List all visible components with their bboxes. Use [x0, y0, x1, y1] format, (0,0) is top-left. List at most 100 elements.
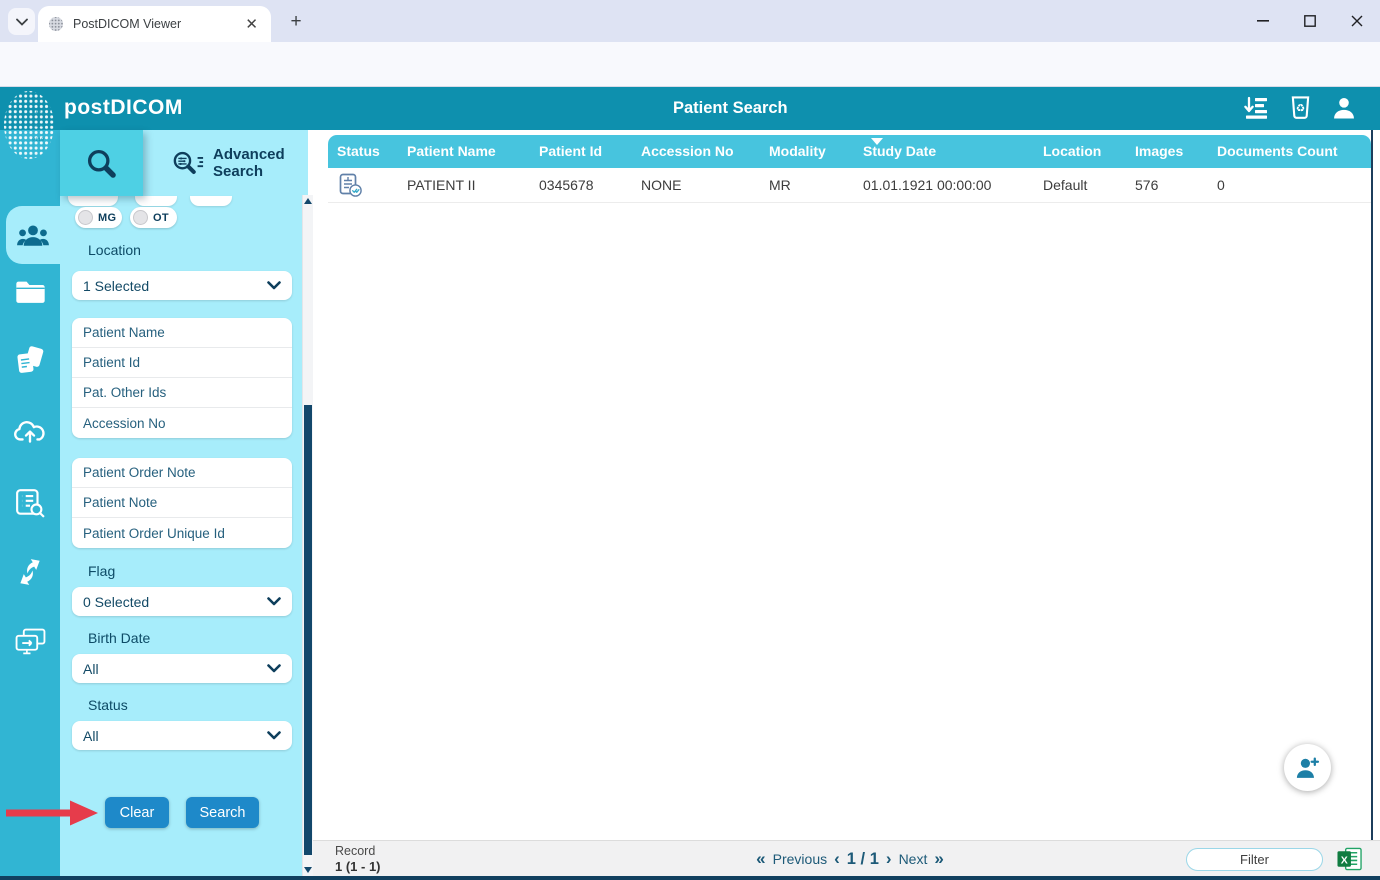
- advanced-search-label: Advanced Search: [213, 146, 291, 181]
- cell-location: Default: [1043, 177, 1135, 193]
- tab-advanced-search[interactable]: Advanced Search: [143, 130, 308, 196]
- toggle-label: OT: [153, 212, 169, 224]
- modality-toggle-partial[interactable]: [68, 196, 118, 206]
- sidebar-item-studies[interactable]: [0, 346, 60, 376]
- sidebar-item-patients[interactable]: [6, 206, 60, 264]
- patient-order-note-field[interactable]: [72, 458, 292, 488]
- birth-date-select[interactable]: All: [72, 654, 292, 683]
- patient-name-input[interactable]: [83, 325, 281, 340]
- chevron-down-icon: [267, 731, 281, 740]
- tab-simple-search[interactable]: [60, 130, 143, 196]
- accession-no-field[interactable]: [72, 408, 292, 438]
- patient-id-field[interactable]: [72, 348, 292, 378]
- column-header-documents-count[interactable]: Documents Count: [1217, 135, 1371, 168]
- tab-search-chevron-button[interactable]: [8, 8, 35, 35]
- patient-other-ids-field[interactable]: [72, 378, 292, 408]
- sidebar-item-cloud-upload[interactable]: [0, 418, 60, 445]
- patient-id-input[interactable]: [83, 355, 281, 370]
- add-patient-button[interactable]: [1284, 744, 1331, 791]
- cell-patient-name: PATIENT II: [407, 177, 539, 193]
- pagination-next[interactable]: Next: [899, 851, 928, 867]
- accession-no-input[interactable]: [83, 416, 281, 431]
- pagination-page-indicator: 1 / 1: [847, 850, 879, 869]
- record-value: 1 (1 - 1): [335, 859, 381, 875]
- export-excel-icon[interactable]: X: [1337, 847, 1362, 876]
- maximize-icon: [1304, 15, 1316, 27]
- pagination-previous[interactable]: Previous: [773, 851, 827, 867]
- sidebar-item-folders[interactable]: [0, 280, 60, 304]
- app-header: postDICOM Patient Search ♻: [0, 87, 1380, 130]
- modality-toggle-partial[interactable]: [190, 196, 232, 206]
- report-approved-icon[interactable]: [337, 169, 407, 201]
- column-header-status[interactable]: Status: [337, 135, 407, 168]
- postdicom-app: postDICOM Patient Search ♻ 0101 1010: [0, 87, 1380, 880]
- record-count: Record 1 (1 - 1): [335, 844, 381, 875]
- document-cards-icon: [15, 346, 46, 376]
- panel-scrollbar[interactable]: [302, 195, 313, 876]
- recycle-bin-icon[interactable]: ♻: [1290, 95, 1311, 120]
- cell-patient-id: 0345678: [539, 177, 641, 193]
- pagination-prev-icon[interactable]: ‹: [834, 849, 840, 869]
- pagination-last-icon[interactable]: »: [934, 849, 943, 869]
- window-maximize-button[interactable]: [1287, 0, 1333, 42]
- column-header-location[interactable]: Location: [1043, 135, 1135, 168]
- status-select[interactable]: All: [72, 721, 292, 750]
- column-header-patient-id[interactable]: Patient Id: [539, 135, 641, 168]
- profile-icon[interactable]: [1332, 96, 1356, 119]
- column-header-patient-name[interactable]: Patient Name: [407, 135, 539, 168]
- cell-documents-count: 0: [1217, 177, 1371, 193]
- svg-text:♻: ♻: [1296, 102, 1305, 114]
- patient-id-fields-group: [72, 318, 292, 438]
- column-header-study-date[interactable]: Study Date: [863, 135, 1043, 168]
- scrollbar-thumb[interactable]: [304, 405, 312, 855]
- patient-name-field[interactable]: [72, 318, 292, 348]
- clear-button[interactable]: Clear: [105, 797, 169, 828]
- browser-window: PostDICOM Viewer ✕ + germany.postdicom.c…: [0, 0, 1380, 880]
- sidebar-item-order-search[interactable]: [0, 488, 60, 518]
- patient-note-input[interactable]: [83, 495, 281, 510]
- location-select[interactable]: 1 Selected: [72, 271, 292, 300]
- pagination-first-icon[interactable]: «: [756, 849, 765, 869]
- cloud-upload-icon: [13, 418, 47, 445]
- patient-other-ids-input[interactable]: [83, 385, 281, 400]
- postdicom-brain-logo: 0101 1010 0110: [3, 89, 57, 166]
- filter-input[interactable]: [1186, 848, 1323, 871]
- modality-toggle-ot[interactable]: OT: [130, 207, 177, 228]
- browser-tab[interactable]: PostDICOM Viewer ✕: [38, 6, 271, 42]
- modality-toggle-mg[interactable]: MG: [75, 207, 122, 228]
- search-button[interactable]: Search: [186, 797, 259, 828]
- table-header-row: Status Patient Name Patient Id Accession…: [328, 135, 1371, 168]
- column-header-modality[interactable]: Modality: [769, 135, 863, 168]
- window-close-button[interactable]: [1334, 0, 1380, 42]
- download-queue-icon[interactable]: [1244, 96, 1269, 119]
- status-select-value: All: [83, 728, 99, 744]
- results-footer: Record 1 (1 - 1) « Previous ‹ 1 / 1 › Ne…: [308, 840, 1380, 876]
- svg-text:1010: 1010: [32, 123, 44, 129]
- patient-note-field[interactable]: [72, 488, 292, 518]
- sidebar-item-sync[interactable]: [0, 557, 60, 587]
- column-header-accession-no[interactable]: Accession No: [641, 135, 769, 168]
- pagination-next-icon[interactable]: ›: [886, 849, 892, 869]
- search-icon: [85, 147, 118, 180]
- patient-order-unique-id-field[interactable]: [72, 518, 292, 548]
- app-logo: postDICOM: [64, 96, 183, 120]
- tab-close-icon[interactable]: ✕: [242, 15, 261, 33]
- patient-order-unique-id-input[interactable]: [83, 526, 281, 541]
- new-tab-button[interactable]: +: [283, 9, 309, 35]
- scroll-down-arrow[interactable]: [304, 867, 312, 873]
- pagination: « Previous ‹ 1 / 1 › Next »: [756, 841, 944, 877]
- sidebar-item-share-screens[interactable]: [0, 628, 60, 656]
- modality-toggle-partial[interactable]: [135, 196, 177, 206]
- window-minimize-button[interactable]: [1240, 0, 1286, 42]
- scroll-up-arrow[interactable]: [304, 198, 312, 204]
- patient-order-note-input[interactable]: [83, 465, 281, 480]
- chevron-down-icon: [267, 597, 281, 606]
- location-select-value: 1 Selected: [83, 278, 149, 294]
- content-right-border: [1371, 130, 1373, 848]
- chevron-down-icon: [16, 18, 28, 26]
- transfer-screens-icon: [15, 628, 46, 656]
- table-row[interactable]: PATIENT II 0345678 NONE MR 01.01.1921 00…: [328, 168, 1371, 203]
- minimize-icon: [1257, 20, 1269, 22]
- flag-select[interactable]: 0 Selected: [72, 587, 292, 616]
- column-header-images[interactable]: Images: [1135, 135, 1217, 168]
